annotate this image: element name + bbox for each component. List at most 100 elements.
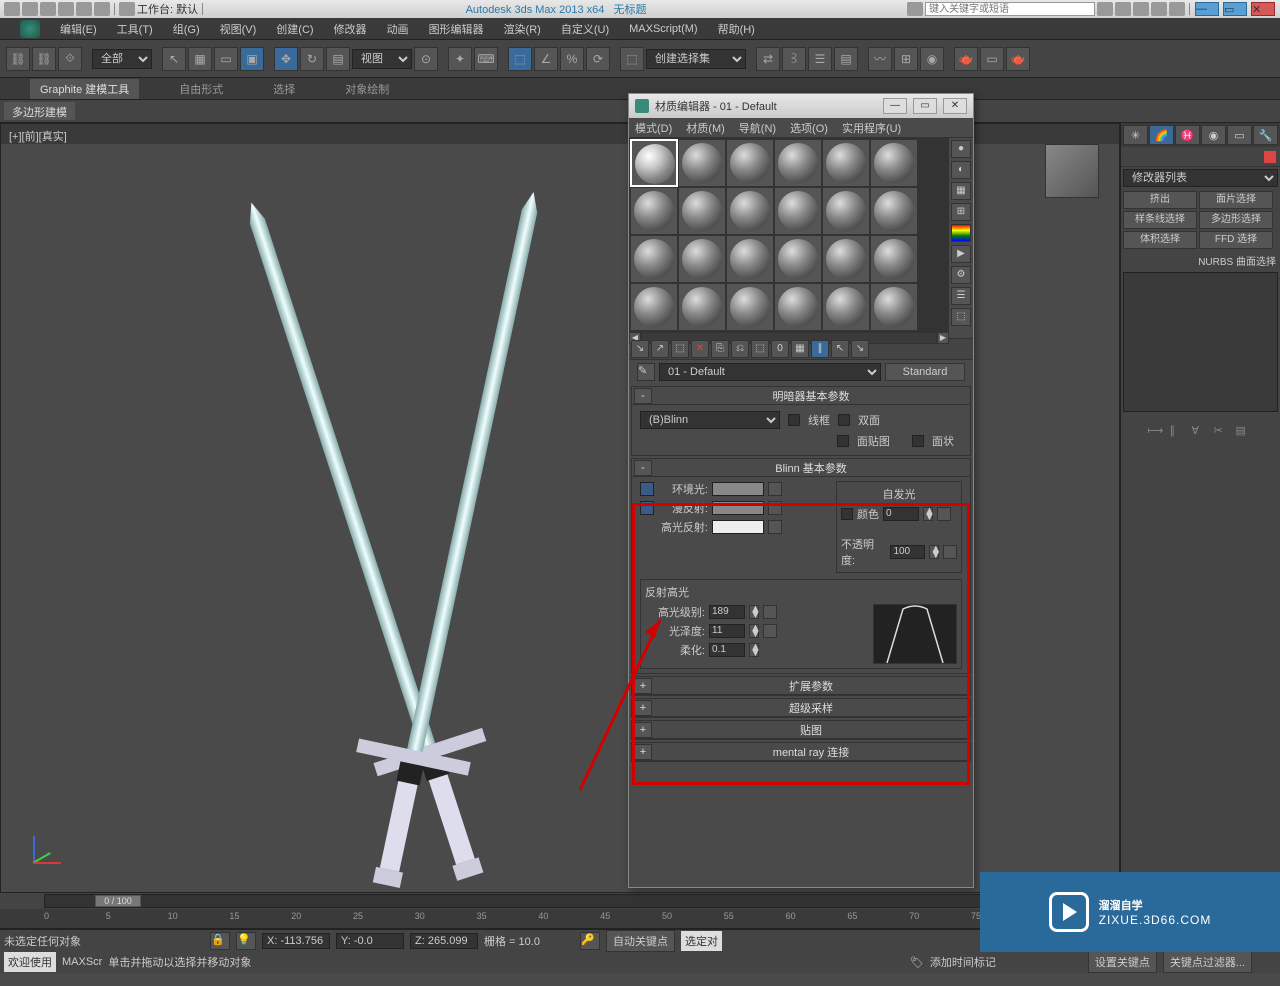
put-to-scene-icon[interactable]: ↗ [651, 340, 669, 358]
diffuse-map-button[interactable] [768, 501, 782, 515]
background-icon[interactable]: ▦ [951, 182, 971, 200]
open-icon[interactable] [40, 2, 56, 16]
two-sided-checkbox[interactable] [838, 414, 850, 426]
go-forward-icon[interactable]: ↘ [851, 340, 869, 358]
material-sample-slot[interactable] [870, 187, 918, 235]
faceted-checkbox[interactable] [912, 435, 924, 447]
diffuse-swatch[interactable] [712, 501, 764, 515]
select-region-icon[interactable]: ▭ [214, 47, 238, 71]
workspace-label[interactable]: 工作台: 默认 [137, 1, 198, 17]
shader-select[interactable]: (B)Blinn [640, 411, 780, 429]
create-panel-icon[interactable]: ✳ [1123, 125, 1148, 145]
freeform-tab[interactable]: 自由形式 [169, 79, 233, 99]
link-icon[interactable]: ⛓ [6, 47, 30, 71]
help2-icon[interactable] [1169, 2, 1185, 16]
options-icon[interactable]: ⚙ [951, 266, 971, 284]
opacity-map-button[interactable] [943, 545, 957, 559]
material-name-select[interactable]: 01 - Default [659, 363, 881, 381]
material-type-button[interactable]: Standard [885, 363, 965, 381]
material-sample-slot[interactable] [726, 187, 774, 235]
mat-minimize-button[interactable]: — [883, 98, 907, 114]
render-frame-icon[interactable]: ▭ [980, 47, 1004, 71]
mat-menu-options[interactable]: 选项(O) [790, 120, 828, 136]
selection-filter[interactable]: 全部 [92, 49, 152, 69]
make-unique-icon[interactable]: ∀ [1192, 424, 1210, 442]
material-sample-slot[interactable] [678, 283, 726, 331]
mod-btn-spline[interactable]: 样条线选择 [1123, 211, 1197, 229]
material-sample-slot[interactable] [726, 283, 774, 331]
manipulate-icon[interactable]: ✦ [448, 47, 472, 71]
undo-icon[interactable] [76, 2, 92, 16]
material-sample-slot[interactable] [870, 235, 918, 283]
new-icon[interactable] [22, 2, 38, 16]
object-color-swatch[interactable] [1264, 151, 1276, 163]
go-parent-icon[interactable]: ↖ [831, 340, 849, 358]
select-by-mat-icon[interactable]: ☰ [951, 287, 971, 305]
specular-map-button[interactable] [768, 520, 782, 534]
glossiness-map-button[interactable] [763, 624, 777, 638]
add-time-tag[interactable]: 添加时间标记 [930, 954, 996, 970]
material-sample-slot[interactable] [774, 235, 822, 283]
eyedropper-icon[interactable]: ✎ [637, 363, 655, 381]
soften-spin-buttons[interactable]: ▲▼ [749, 643, 759, 657]
mod-btn-vol[interactable]: 体积选择 [1123, 231, 1197, 249]
remove-mod-icon[interactable]: ✂ [1214, 424, 1232, 442]
pivot-icon[interactable]: ⊙ [414, 47, 438, 71]
utilities-panel-icon[interactable]: 🔧 [1253, 125, 1278, 145]
show-in-vp-icon[interactable]: ▦ [791, 340, 809, 358]
mod-btn-extrude[interactable]: 挤出 [1123, 191, 1197, 209]
search-icon[interactable] [1097, 2, 1113, 16]
make-unique2-icon[interactable]: ⎌ [731, 340, 749, 358]
mat-menu-util[interactable]: 实用程序(U) [842, 120, 901, 136]
menu-customize[interactable]: 自定义(U) [551, 18, 619, 40]
opacity-spin-buttons[interactable]: ▲▼ [929, 545, 939, 559]
make-copy-icon[interactable]: ⎘ [711, 340, 729, 358]
pin-stack-icon[interactable]: ⟼ [1148, 424, 1166, 442]
maximize-button[interactable]: ▭ [1223, 2, 1247, 16]
render-icon[interactable]: 🫖 [1006, 47, 1030, 71]
glossiness-spinner[interactable]: 11 [709, 624, 745, 638]
mod-btn-ffd[interactable]: FFD 选择 [1199, 231, 1273, 249]
material-sample-slot[interactable] [870, 283, 918, 331]
unlink-icon[interactable]: ⛓ [32, 47, 56, 71]
selected-label[interactable]: 选定对 [681, 931, 722, 951]
self-illum-color-checkbox[interactable] [841, 508, 853, 520]
snap-icon[interactable]: ⬚ [508, 47, 532, 71]
layers-icon[interactable]: ☰ [808, 47, 832, 71]
make-preview-icon[interactable]: ▶ [951, 245, 971, 263]
diffuse-lock-icon[interactable] [640, 501, 654, 515]
rotate-icon[interactable]: ↻ [300, 47, 324, 71]
keyboard-icon[interactable]: ⌨ [474, 47, 498, 71]
video-check-icon[interactable] [951, 224, 971, 242]
hierarchy-panel-icon[interactable]: ♓ [1175, 125, 1200, 145]
specular-swatch[interactable] [712, 520, 764, 534]
material-sample-slot[interactable] [870, 139, 918, 187]
soften-spinner[interactable]: 0.1 [709, 643, 745, 657]
material-sample-slot[interactable] [774, 187, 822, 235]
edit-named-sel-icon[interactable]: ⬚ [620, 47, 644, 71]
viewport-label[interactable]: [+][前][真实] [9, 128, 67, 144]
material-sample-slot[interactable] [822, 283, 870, 331]
layer-manage-icon[interactable]: ▤ [834, 47, 858, 71]
ambient-map-button[interactable] [768, 482, 782, 496]
coord-x[interactable]: X: -113.756 [262, 933, 330, 949]
autokey-button[interactable]: 自动关键点 [606, 930, 675, 952]
rollout-blinn-basic-header[interactable]: -Blinn 基本参数 [632, 459, 970, 477]
rollout-maps-header[interactable]: +贴图 [632, 721, 970, 739]
material-sample-slot[interactable] [678, 139, 726, 187]
show-result-icon[interactable]: ∥ [1170, 424, 1188, 442]
ambient-lock-icon[interactable] [640, 482, 654, 496]
keyfilter-button[interactable]: 关键点过滤器... [1163, 951, 1252, 973]
time-slider-handle[interactable]: 0 / 100 [95, 895, 141, 907]
material-sample-slot[interactable] [822, 187, 870, 235]
material-sample-slot[interactable] [726, 139, 774, 187]
reset-map-icon[interactable]: ✕ [691, 340, 709, 358]
favorite-icon[interactable] [1133, 2, 1149, 16]
redo-icon[interactable] [94, 2, 110, 16]
self-illum-map-button[interactable] [937, 507, 951, 521]
material-editor-icon[interactable]: ◉ [920, 47, 944, 71]
menu-tools[interactable]: 工具(T) [107, 18, 163, 40]
minimize-button[interactable]: — [1195, 2, 1219, 16]
help-search-input[interactable] [925, 2, 1095, 16]
specular-level-map-button[interactable] [763, 605, 777, 619]
